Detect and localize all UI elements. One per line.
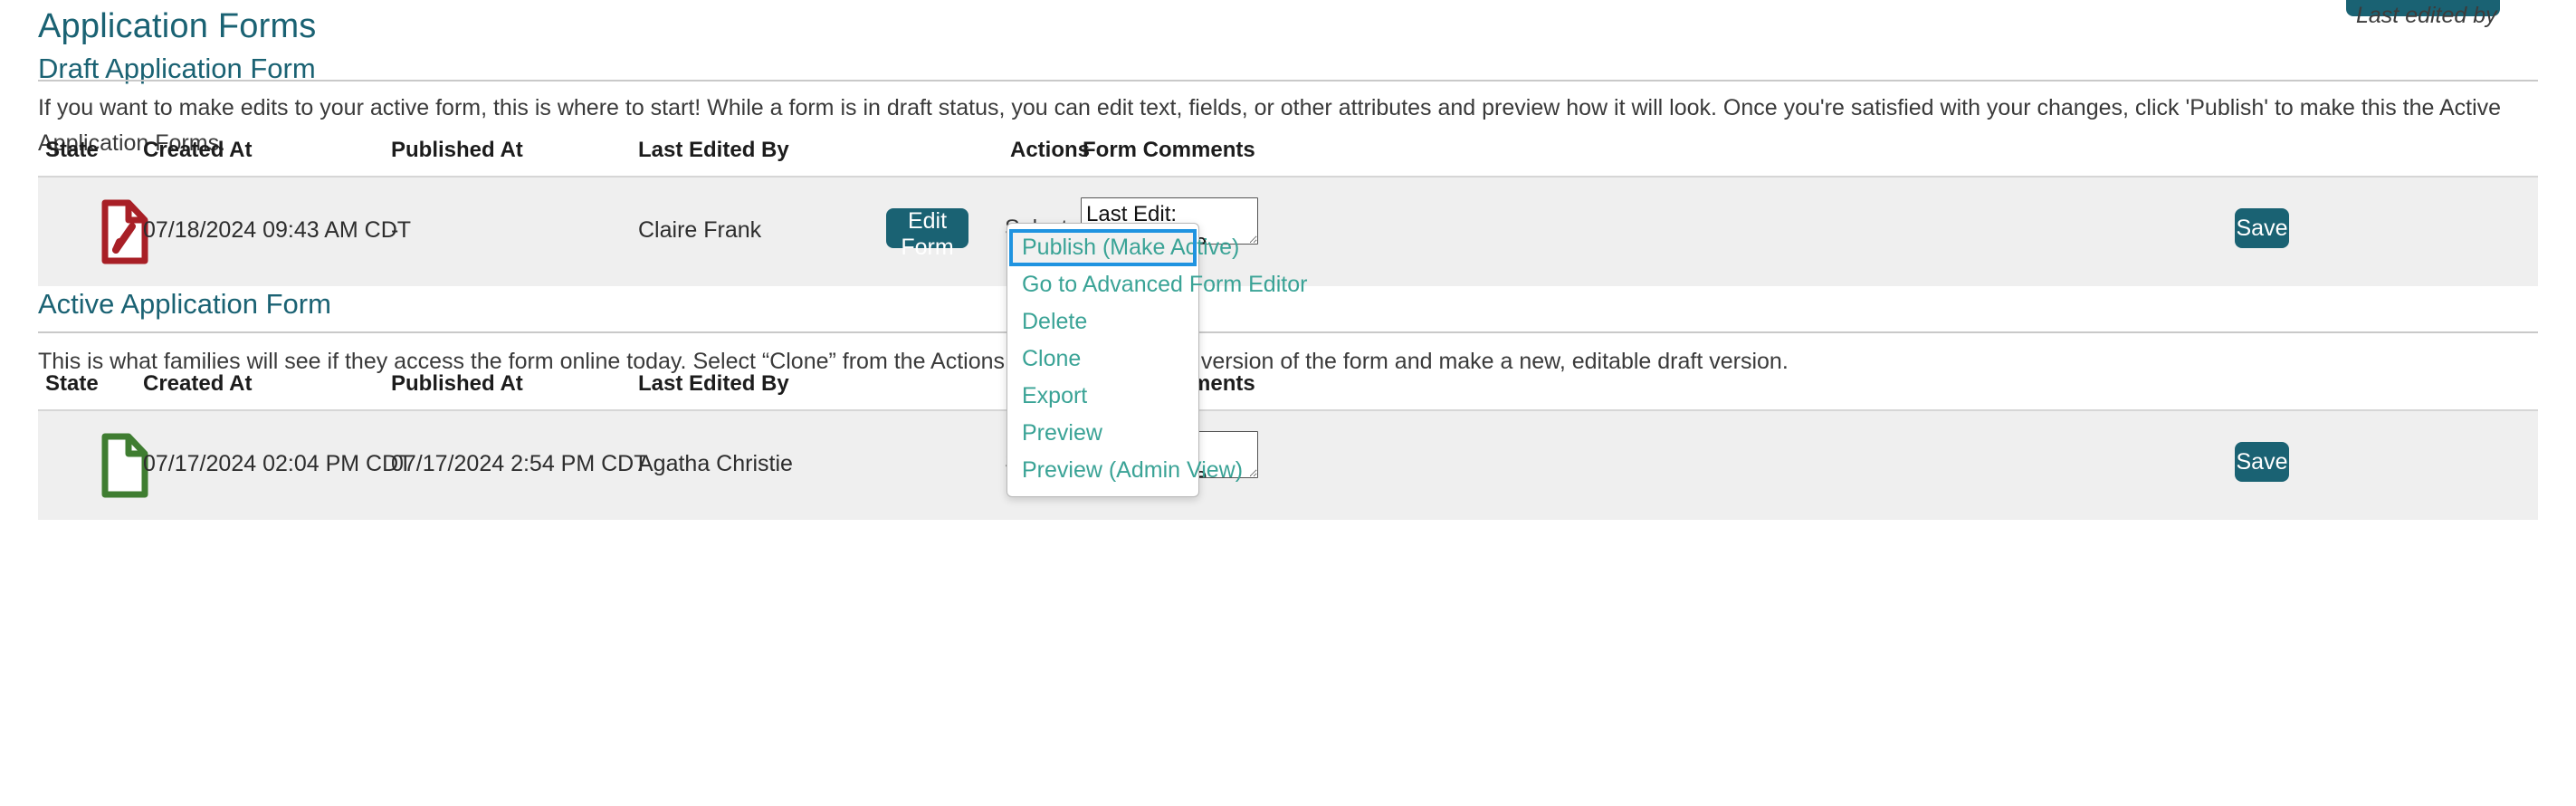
- dropdown-item-clone[interactable]: Clone: [1007, 341, 1198, 378]
- cell-last-edited-by: Agatha Christie: [638, 451, 793, 477]
- table-row: 07/17/2024 02:04 PM CDT 07/17/2024 2:54 …: [38, 411, 2538, 520]
- document-icon: [101, 433, 148, 503]
- dropdown-item-preview[interactable]: Preview: [1007, 415, 1198, 452]
- dropdown-item-delete[interactable]: Delete: [1007, 303, 1198, 341]
- active-table-header-row: State Created At Published At Last Edite…: [38, 371, 2538, 411]
- column-header-form-comments: Form Comments: [1083, 138, 1255, 163]
- dropdown-item-export[interactable]: Export: [1007, 378, 1198, 415]
- application-forms-page: Last edited by Application Forms Draft A…: [0, 0, 2576, 806]
- edit-form-button[interactable]: Edit Form: [886, 208, 968, 248]
- draft-table-header-row: State Created At Published At Last Edite…: [38, 138, 2538, 178]
- actions-dropdown-menu[interactable]: Publish (Make Active) Go to Advanced For…: [1007, 223, 1199, 497]
- document-pencil-icon: [101, 199, 148, 269]
- draft-forms-table: State Created At Published At Last Edite…: [38, 138, 2538, 286]
- column-header-state: State: [45, 371, 99, 397]
- cell-published-at: 07/17/2024 2:54 PM CDT: [391, 451, 648, 477]
- dropdown-item-publish[interactable]: Publish (Make Active): [1009, 229, 1197, 266]
- column-header-created-at: Created At: [143, 138, 252, 163]
- table-row: 07/18/2024 09:43 AM CDT - Claire Frank E…: [38, 178, 2538, 286]
- active-section-heading: Active Application Form: [38, 288, 331, 321]
- save-button[interactable]: Save: [2235, 208, 2289, 248]
- column-header-last-edited-by: Last Edited By: [638, 138, 789, 163]
- active-forms-table: State Created At Published At Last Edite…: [38, 371, 2538, 520]
- column-header-published-at: Published At: [391, 138, 523, 163]
- last-edited-by-caption: Last edited by: [2356, 3, 2497, 29]
- cell-last-edited-by: Claire Frank: [638, 217, 761, 244]
- column-header-published-at: Published At: [391, 371, 523, 397]
- column-header-created-at: Created At: [143, 371, 252, 397]
- cell-created-at: 07/17/2024 02:04 PM CDT: [143, 451, 412, 477]
- dropdown-item-advanced-editor[interactable]: Go to Advanced Form Editor: [1007, 266, 1198, 303]
- dropdown-item-preview-admin[interactable]: Preview (Admin View): [1007, 452, 1198, 489]
- draft-section-divider: [38, 80, 2538, 82]
- column-header-state: State: [45, 138, 99, 163]
- column-header-actions: Actions: [1010, 138, 1090, 163]
- page-title: Application Forms: [38, 7, 317, 46]
- cell-created-at: 07/18/2024 09:43 AM CDT: [143, 217, 411, 244]
- column-header-last-edited-by: Last Edited By: [638, 371, 789, 397]
- cell-published-at: -: [391, 217, 398, 244]
- active-section-divider: [38, 331, 2538, 333]
- save-button[interactable]: Save: [2235, 442, 2289, 482]
